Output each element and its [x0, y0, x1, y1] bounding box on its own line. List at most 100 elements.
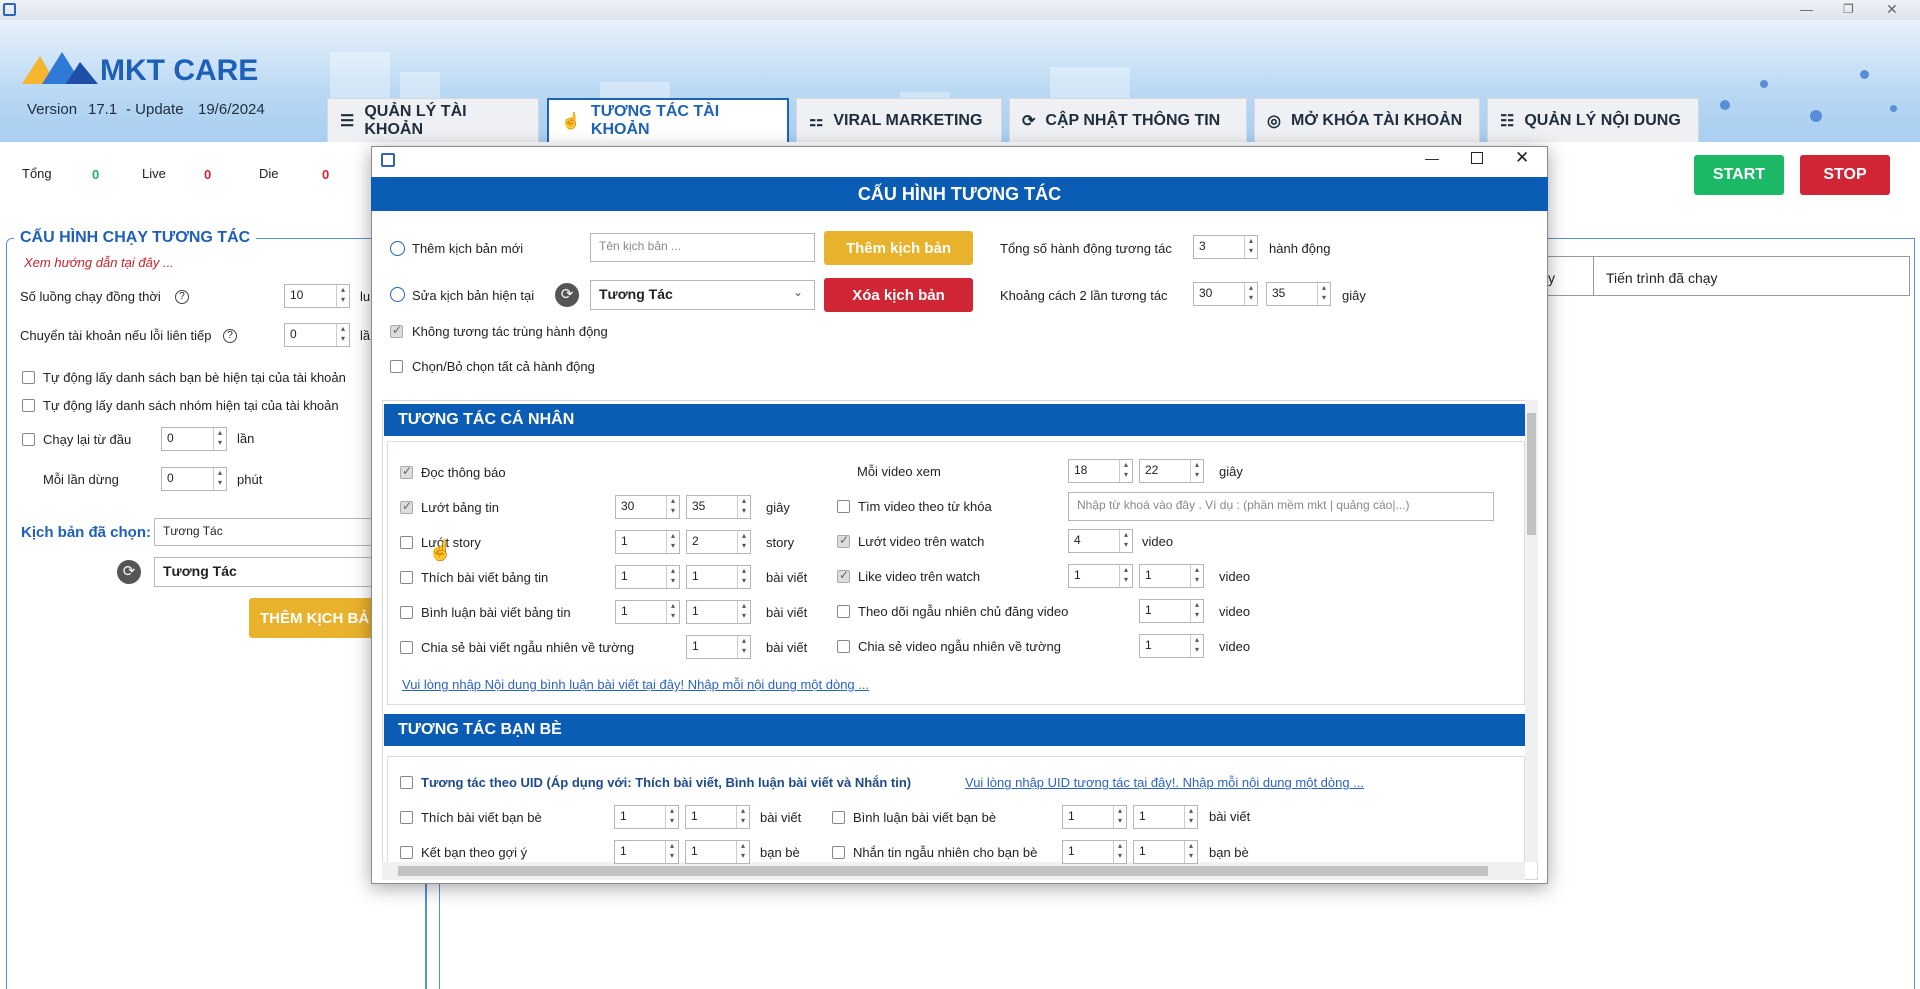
brand-name: MKT CARE	[100, 54, 259, 87]
like-post-min-spinner[interactable]: 1	[615, 565, 680, 589]
refresh-icon[interactable]: ⟳	[117, 560, 141, 584]
share-post-checkbox[interactable]	[400, 641, 413, 654]
like-post-checkbox[interactable]	[400, 571, 413, 584]
switch-spinner[interactable]: 0	[284, 323, 350, 347]
share-post-spinner[interactable]: 1	[686, 635, 751, 659]
share-video-spinner[interactable]: 1	[1139, 634, 1204, 658]
follow-spinner[interactable]: 1	[1139, 599, 1204, 623]
pause-spinner[interactable]: 0	[161, 467, 227, 491]
search-video-checkbox[interactable]	[837, 500, 850, 513]
script-name-input[interactable]: Tên kịch bản ...	[590, 233, 815, 262]
rerun-spinner[interactable]: 0	[161, 427, 227, 451]
chevron-down-icon: ⌄	[793, 285, 804, 299]
new-script-radio[interactable]	[390, 241, 405, 256]
share-post-unit: bài viết	[766, 640, 808, 655]
comment-content-link[interactable]: Vui lòng nhập Nội dung bình luận bài viế…	[402, 677, 869, 692]
like-watch-max-spinner[interactable]: 1	[1139, 564, 1204, 588]
restore-icon[interactable]: ❐	[1843, 2, 1854, 16]
msg-friend-label: Nhắn tin ngẫu nhiên cho bạn bè	[853, 845, 1038, 860]
auto-friends-checkbox[interactable]	[22, 371, 35, 384]
like-watch-min-spinner[interactable]: 1	[1068, 564, 1133, 588]
tab-content-management[interactable]: ☷ QUẢN LÝ NỘI DUNG	[1487, 98, 1699, 142]
auto-groups-checkbox[interactable]	[22, 399, 35, 412]
stop-button[interactable]: STOP	[1800, 155, 1890, 195]
add-script-button[interactable]: Thêm kịch bản	[824, 231, 973, 265]
suggest-min-spinner[interactable]: 1	[614, 840, 679, 864]
no-duplicate-checkbox[interactable]	[390, 323, 403, 338]
select-all-checkbox[interactable]	[390, 360, 403, 373]
concurrent-spinner[interactable]: 10	[284, 284, 350, 308]
video-watch-min-spinner[interactable]: 18	[1068, 459, 1133, 483]
search-video-label: Tìm video theo từ khóa	[858, 499, 992, 514]
uid-link[interactable]: Vui lòng nhập UID tương tác tại đây!. Nh…	[965, 775, 1364, 790]
edit-script-radio[interactable]	[390, 287, 405, 302]
delete-script-button[interactable]: Xóa kịch bản	[824, 278, 973, 312]
uid-checkbox[interactable]	[400, 776, 413, 789]
edit-script-select[interactable]: Tương Tác	[590, 280, 815, 310]
video-watch-label: Mỗi video xem	[857, 464, 941, 479]
msg-max-spinner[interactable]: 1	[1133, 840, 1198, 864]
scroll-feed-min-spinner[interactable]: 30	[615, 495, 680, 519]
story-unit: story	[766, 535, 795, 550]
tab-account-interaction[interactable]: ☝ TƯƠNG TÁC TÀI KHOẢN	[547, 98, 789, 142]
interval-min-spinner[interactable]: 30	[1193, 282, 1258, 306]
version-label: Version	[27, 101, 78, 118]
dialog-maximize-icon[interactable]	[1471, 152, 1483, 164]
story-max-spinner[interactable]: 2	[686, 530, 751, 554]
auto-friends-label: Tự động lấy danh sách bạn bè hiện tại củ…	[43, 370, 346, 385]
tab-account-management[interactable]: ☰ QUẢN LÝ TÀI KHOẢN	[327, 98, 539, 142]
dialog-close-icon[interactable]: ✕	[1515, 148, 1529, 168]
table-col-prev: y	[1548, 270, 1555, 286]
start-button[interactable]: START	[1694, 155, 1784, 195]
scroll-watch-checkbox[interactable]	[837, 533, 850, 548]
minimize-icon[interactable]: —	[1800, 2, 1813, 17]
like-friend-max-spinner[interactable]: 1	[685, 805, 750, 829]
script-select[interactable]: Tương Tác	[154, 557, 374, 587]
comment-friend-min-spinner[interactable]: 1	[1062, 805, 1127, 829]
rerun-checkbox[interactable]	[22, 433, 35, 446]
suggest-unit: bạn bè	[760, 845, 800, 860]
story-min-spinner[interactable]: 1	[615, 530, 680, 554]
pause-unit: phút	[237, 472, 263, 487]
tab-update-info[interactable]: ⟳ CẬP NHẬT THÔNG TIN	[1009, 98, 1247, 142]
scroll-feed-max-spinner[interactable]: 35	[686, 495, 751, 519]
comment-post-checkbox[interactable]	[400, 606, 413, 619]
close-icon[interactable]: ✕	[1886, 1, 1898, 18]
like-friend-checkbox[interactable]	[400, 811, 413, 824]
like-watch-checkbox[interactable]	[837, 568, 850, 583]
refresh-icon[interactable]: ⟳	[555, 283, 579, 307]
tab-viral-marketing[interactable]: ⚏ VIRAL MARKETING	[796, 98, 1002, 142]
search-keyword-input[interactable]: Nhập từ khoá vào đây . Ví dụ : (phần mềm…	[1068, 492, 1494, 521]
like-post-max-spinner[interactable]: 1	[686, 565, 751, 589]
guide-link[interactable]: Xem hướng dẫn tại đây ...	[24, 255, 174, 270]
vertical-scrollbar-thumb[interactable]	[1527, 413, 1536, 535]
horizontal-scrollbar-thumb[interactable]	[398, 866, 1488, 876]
script-selected-field[interactable]: Tương Tác	[154, 518, 374, 546]
comment-max-spinner[interactable]: 1	[686, 600, 751, 624]
msg-min-spinner[interactable]: 1	[1062, 840, 1127, 864]
comment-min-spinner[interactable]: 1	[615, 600, 680, 624]
total-actions-spinner[interactable]: 3	[1193, 235, 1258, 259]
rerun-unit: lần	[237, 431, 255, 446]
comment-friend-label: Bình luận bài viết bạn bè	[853, 810, 997, 825]
like-friend-min-spinner[interactable]: 1	[614, 805, 679, 829]
add-script-button-left[interactable]: THÊM KỊCH BẢ	[249, 598, 379, 638]
scroll-feed-checkbox[interactable]	[400, 499, 413, 514]
tab-unlock-account[interactable]: ◎ MỞ KHÓA TÀI KHOẢN	[1254, 98, 1480, 142]
follow-poster-checkbox[interactable]	[837, 605, 850, 618]
msg-friend-checkbox[interactable]	[832, 846, 845, 859]
suggest-max-spinner[interactable]: 1	[685, 840, 750, 864]
video-watch-max-spinner[interactable]: 22	[1139, 459, 1204, 483]
suggest-friend-checkbox[interactable]	[400, 846, 413, 859]
friends-section-header: TƯƠNG TÁC BẠN BÈ	[384, 714, 1525, 746]
like-friend-unit: bài viết	[760, 810, 802, 825]
comment-friend-checkbox[interactable]	[832, 811, 845, 824]
read-notif-checkbox[interactable]	[400, 464, 413, 479]
comment-friend-max-spinner[interactable]: 1	[1133, 805, 1198, 829]
share-video-checkbox[interactable]	[837, 640, 850, 653]
interval-max-spinner[interactable]: 35	[1266, 282, 1331, 306]
scroll-watch-spinner[interactable]: 4	[1068, 529, 1133, 553]
like-post-unit: bài viết	[766, 570, 808, 585]
scroll-story-checkbox[interactable]	[400, 536, 413, 549]
dialog-minimize-icon[interactable]: —	[1425, 150, 1439, 166]
